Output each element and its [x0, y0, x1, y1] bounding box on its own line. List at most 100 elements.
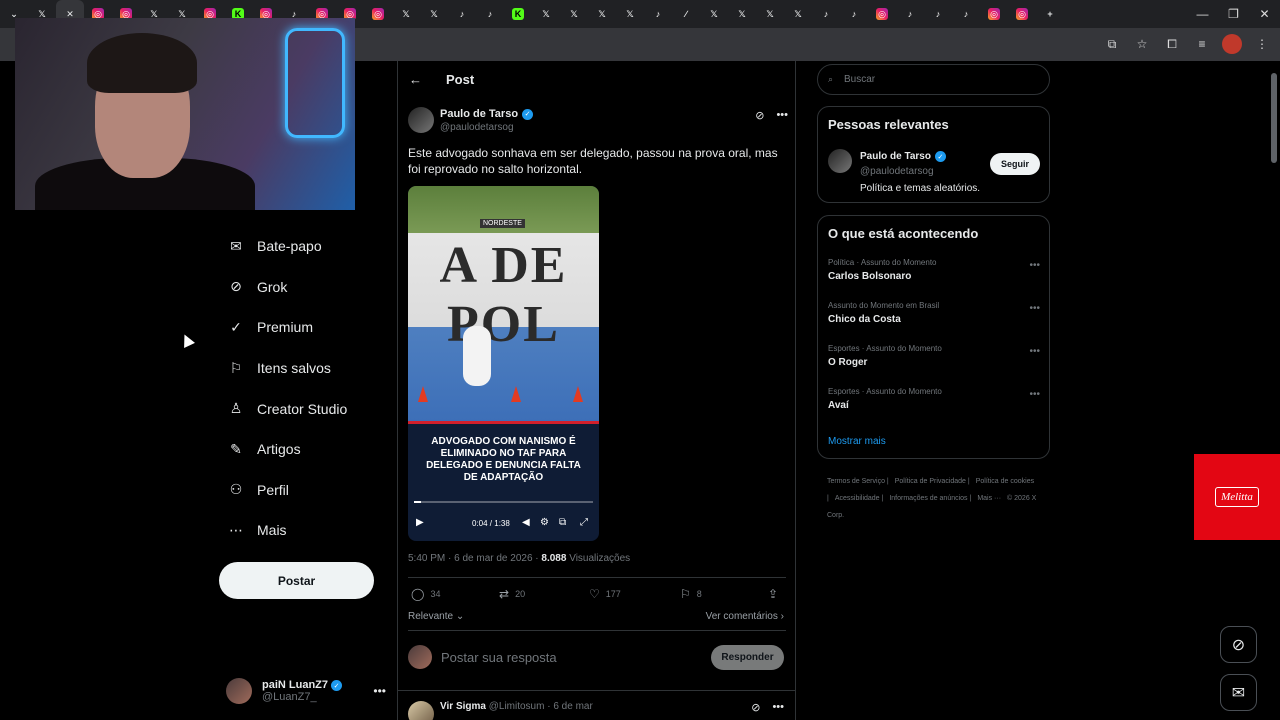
trend-item[interactable]: Esportes · Assunto do Momento O Roger •••	[828, 344, 1040, 378]
browser-tab[interactable]: 𝕏	[784, 0, 812, 28]
footer-link[interactable]: Termos de Serviço |	[827, 478, 889, 485]
search-box[interactable]: ⌕	[817, 64, 1050, 95]
restore-icon[interactable]: ❐	[1218, 0, 1249, 28]
nav-item-chat[interactable]: ✉ Bate-papo	[228, 226, 388, 267]
footer-link[interactable]: Política de Privacidade |	[895, 478, 970, 485]
profile-avatar-icon[interactable]	[1222, 34, 1242, 54]
like-action[interactable]: ♡ 177	[589, 587, 621, 601]
browser-tab[interactable]: ♪	[448, 0, 476, 28]
nav-item-bookmarks[interactable]: ⚐ Itens salvos	[228, 348, 388, 389]
show-more-link[interactable]: Mostrar mais	[828, 436, 886, 447]
trend-item[interactable]: Política · Assunto do Momento Carlos Bols…	[828, 258, 1040, 292]
browser-tab[interactable]: +	[1036, 0, 1064, 28]
share-action[interactable]: ⇪	[768, 587, 778, 601]
relevant-user-handle[interactable]: @paulodetarsog	[860, 166, 934, 177]
see-comments-link[interactable]: Ver comentários ›	[706, 611, 784, 622]
browser-tab[interactable]: 𝕏	[392, 0, 420, 28]
search-input[interactable]	[844, 74, 1034, 85]
browser-tab[interactable]: ♪	[952, 0, 980, 28]
star-icon[interactable]: ☆	[1132, 34, 1152, 54]
browser-tab[interactable]: ∕	[672, 0, 700, 28]
settings-icon[interactable]: ⚙	[540, 517, 549, 528]
account-switcher[interactable]: paiN LuanZ7 ✓ @LuanZ7_ •••	[226, 674, 386, 708]
extensions-icon[interactable]: ⧠	[1162, 34, 1182, 54]
fullscreen-icon[interactable]: ⤢	[580, 517, 588, 528]
verified-icon: ✓	[230, 318, 242, 335]
browser-tab[interactable]: ♪	[476, 0, 504, 28]
messages-floating-button[interactable]: ✉	[1220, 674, 1257, 711]
melitta-ad[interactable]: Melitta	[1194, 454, 1280, 540]
back-arrow-icon[interactable]: ←	[409, 72, 422, 87]
minimize-icon[interactable]: —	[1187, 0, 1218, 28]
follow-button[interactable]: Seguir	[990, 153, 1040, 175]
browser-tab[interactable]: K	[504, 0, 532, 28]
browser-tab[interactable]: 𝕏	[756, 0, 784, 28]
nav-item-premium[interactable]: ✓ Premium	[228, 307, 388, 348]
more-dots-icon[interactable]: •••	[1029, 389, 1040, 400]
avatar[interactable]	[408, 701, 434, 720]
nav-item-articles[interactable]: ✎ Artigos	[228, 429, 388, 470]
page-scrollbar[interactable]	[1270, 63, 1278, 720]
grok-floating-button[interactable]: ⊘	[1220, 626, 1257, 663]
menu-icon[interactable]: ⋮	[1252, 34, 1272, 54]
browser-tab[interactable]: 𝕏	[588, 0, 616, 28]
browser-tab[interactable]: ♪	[840, 0, 868, 28]
browser-tab[interactable]: ♪	[812, 0, 840, 28]
trend-item[interactable]: Esportes · Assunto do Momento Avaí •••	[828, 387, 1040, 421]
more-dots-icon[interactable]: •••	[1029, 260, 1040, 271]
play-icon[interactable]: ▶	[416, 517, 424, 528]
video-controls: ▶ 0:04 / 1:38 ◀ ⚙ ⧉ ⤢	[416, 516, 591, 532]
browser-tab[interactable]: 𝕏	[532, 0, 560, 28]
post-video[interactable]: A DE POL NORDESTE ADVOGADO COM NANISMO É…	[408, 186, 599, 541]
footer-link[interactable]: Acessibilidade |	[835, 495, 884, 502]
reply-button[interactable]: Responder	[711, 645, 784, 670]
nav-item-profile[interactable]: ⚇ Perfil	[228, 470, 388, 511]
browser-tab[interactable]: 𝕏	[728, 0, 756, 28]
nav-item-more[interactable]: ⋯ Mais	[228, 510, 388, 551]
post-button[interactable]: Postar	[219, 562, 374, 599]
grok-icon[interactable]: ⊘	[751, 701, 760, 714]
author-name[interactable]: Paulo de Tarso ✓	[440, 108, 534, 120]
relevant-user-name[interactable]: Paulo de Tarso ✓	[860, 151, 946, 162]
browser-tab[interactable]: ♪	[644, 0, 672, 28]
reply-input[interactable]: Postar sua resposta	[441, 650, 557, 665]
more-dots-icon[interactable]: •••	[373, 684, 386, 698]
close-window-icon[interactable]: ✕	[1249, 0, 1280, 28]
footer-link[interactable]: Mais ···	[977, 495, 1001, 502]
grok-icon[interactable]: ⊘	[755, 109, 764, 122]
avatar[interactable]	[828, 149, 852, 173]
reply-author-handle[interactable]: @Limitosum	[489, 701, 545, 712]
avatar[interactable]	[408, 107, 434, 133]
reply-author-name[interactable]: Vir Sigma	[440, 701, 486, 712]
more-dots-icon[interactable]: •••	[1029, 346, 1040, 357]
author-handle[interactable]: @paulodetarsog	[440, 122, 514, 133]
browser-tab[interactable]: 𝕏	[700, 0, 728, 28]
repost-action[interactable]: ⇄ 20	[499, 587, 525, 601]
volume-icon[interactable]: ◀	[522, 517, 530, 528]
video-progress-bar[interactable]	[414, 501, 593, 503]
footer-link[interactable]: Informações de anúncios |	[889, 495, 971, 502]
browser-tab[interactable]: ◎	[868, 0, 896, 28]
media-icon[interactable]: ≡	[1192, 34, 1212, 54]
install-app-icon[interactable]: ⧉	[1102, 34, 1122, 54]
relevant-user[interactable]: Paulo de Tarso ✓ @paulodetarsog Política …	[828, 149, 1040, 199]
trend-item[interactable]: Assunto do Momento em Brasil Chico da Cos…	[828, 301, 1040, 335]
pip-icon[interactable]: ⧉	[559, 517, 566, 528]
reply-item[interactable]: Vir Sigma @Limitosum · 6 de mar ⊘ •••	[408, 697, 784, 720]
browser-tab[interactable]: ♪	[896, 0, 924, 28]
sort-dropdown[interactable]: Relevante ⌄	[408, 611, 464, 622]
bookmark-action[interactable]: ⚐ 8	[680, 587, 702, 601]
nav-item-grok[interactable]: ⊘ Grok	[228, 267, 388, 308]
more-dots-icon[interactable]: •••	[776, 109, 788, 122]
browser-tab[interactable]: ♪	[924, 0, 952, 28]
more-dots-icon[interactable]: •••	[772, 701, 784, 714]
more-dots-icon[interactable]: •••	[1029, 303, 1040, 314]
nav-item-creator-studio[interactable]: ♙ Creator Studio	[228, 388, 388, 429]
browser-tab[interactable]: 𝕏	[420, 0, 448, 28]
browser-tab[interactable]: ◎	[1008, 0, 1036, 28]
browser-tab[interactable]: ◎	[364, 0, 392, 28]
browser-tab[interactable]: 𝕏	[616, 0, 644, 28]
browser-tab[interactable]: 𝕏	[560, 0, 588, 28]
browser-tab[interactable]: ◎	[980, 0, 1008, 28]
reply-action[interactable]: ◯ 34	[411, 587, 440, 601]
